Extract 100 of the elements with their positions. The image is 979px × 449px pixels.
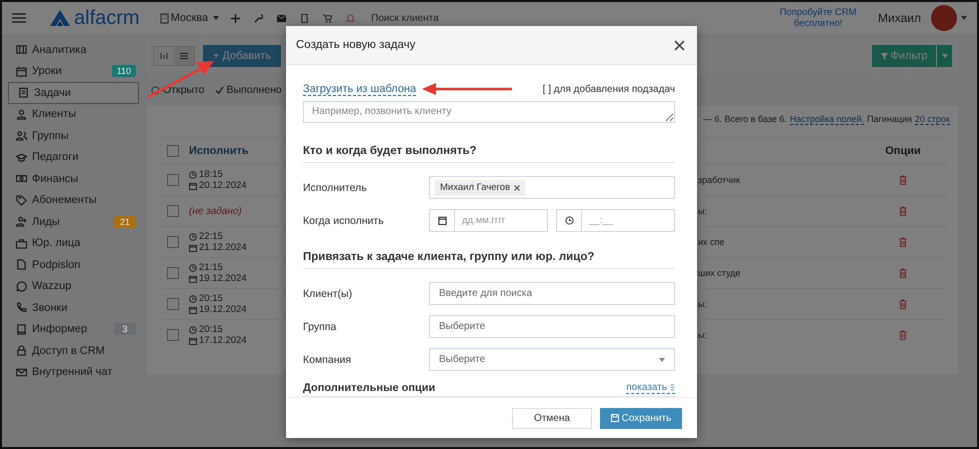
close-icon[interactable]: [674, 40, 685, 50]
input-field[interactable]: Введите для поиска: [429, 282, 675, 305]
sidebar-item[interactable]: Wazzup: [8, 276, 139, 297]
show-link[interactable]: показать: [626, 382, 675, 394]
filter-button[interactable]: Фильтр: [872, 45, 936, 67]
input-field[interactable]: Выберите: [429, 315, 675, 338]
column-header[interactable]: Исполнить: [189, 145, 249, 157]
sidebar-item[interactable]: Доступ в CRM: [8, 340, 139, 362]
select-all-checkbox[interactable]: [167, 145, 179, 157]
trash-icon[interactable]: [899, 330, 907, 340]
field-label: Компания: [303, 354, 352, 366]
sidebar-icon: [16, 216, 27, 228]
cancel-button[interactable]: Отмена: [512, 408, 592, 428]
trash-icon[interactable]: [899, 175, 907, 185]
sidebar-icon: [16, 345, 27, 356]
date-text: 19.12.2024: [189, 273, 247, 284]
section-heading: Привязать к задаче клиента, группу или юр. лицо?: [303, 251, 675, 269]
lines-icon: [670, 384, 675, 391]
time-field[interactable]: __:__: [556, 209, 675, 232]
date-text: 17.12.2024: [189, 335, 247, 346]
row-checkbox[interactable]: [167, 329, 179, 341]
sidebar-item[interactable]: Клиенты: [8, 104, 139, 125]
sidebar-label: Финансы: [32, 172, 80, 185]
trash-icon[interactable]: [899, 237, 907, 247]
time-text: 18:15: [189, 169, 247, 180]
add-button[interactable]: + Добавить: [203, 45, 281, 67]
sidebar-item[interactable]: Абонементы: [8, 190, 139, 211]
sidebar-item[interactable]: Задачи: [8, 82, 139, 104]
save-button[interactable]: Сохранить: [600, 408, 682, 428]
table-cell-text: их спе: [697, 237, 726, 247]
date-field[interactable]: дд.мм.гггг: [429, 209, 548, 232]
sidebar-label: Информер: [32, 323, 88, 336]
envelope-icon[interactable]: [277, 14, 286, 22]
sidebar-item[interactable]: Информер 3: [8, 318, 139, 340]
sidebar-item[interactable]: Лиды 21: [8, 211, 139, 232]
table-cell-text: ших студе: [697, 268, 742, 278]
user-name[interactable]: Михаил: [878, 11, 921, 25]
sidebar-item[interactable]: Педагоги: [8, 146, 139, 168]
sidebar-item[interactable]: Уроки 110: [8, 60, 139, 82]
cart-icon[interactable]: [323, 14, 332, 22]
sidebar-item[interactable]: Финансы: [8, 168, 139, 190]
sidebar-item[interactable]: Юр. лица: [8, 232, 139, 254]
sidebar-label: Абонементы: [32, 194, 98, 206]
trash-icon[interactable]: [899, 299, 907, 309]
pagination-link[interactable]: 20 строк: [914, 114, 950, 125]
remove-icon[interactable]: [514, 184, 520, 190]
time-text: 20:15: [189, 324, 247, 335]
task-textarea[interactable]: Например, позвонить клиенту: [303, 101, 675, 123]
row-checkbox[interactable]: [167, 236, 179, 248]
sidebar-label: Wazzup: [32, 280, 72, 292]
status-filter-tab[interactable]: Выполнено: [214, 84, 282, 96]
time-text: 21:15: [189, 262, 247, 273]
client-search-field[interactable]: Поиск клиента: [371, 12, 439, 24]
table-cell-text: ы;: [697, 330, 708, 340]
record-count-text: — 6. Всего в базе 6.: [703, 114, 787, 125]
plus-icon[interactable]: [231, 14, 240, 22]
trash-icon[interactable]: [899, 268, 907, 278]
sidebar-icon: [16, 238, 27, 249]
sidebar-label: Уроки: [32, 65, 63, 78]
row-checkbox[interactable]: [167, 205, 179, 217]
subtask-hint: [ ] для добавления подзадач: [542, 84, 675, 94]
row-checkbox[interactable]: [167, 174, 179, 186]
sidebar-label: Звонки: [32, 302, 69, 314]
branch-selector[interactable]: Москва: [160, 12, 220, 24]
select-field[interactable]: Выберите: [429, 348, 675, 371]
avatar-circle[interactable]: [931, 5, 957, 31]
list-view-button[interactable]: [174, 47, 194, 65]
caret-icon[interactable]: [961, 16, 967, 20]
phone-icon[interactable]: [300, 14, 310, 22]
promo-link[interactable]: Попробуйте CRM бесплатно!: [778, 7, 858, 29]
row-checkbox[interactable]: [167, 298, 179, 310]
sidebar-icon: [16, 324, 27, 335]
funnel-icon: [880, 52, 888, 60]
assignee-tag[interactable]: Михаил Гачегов: [435, 180, 526, 195]
wrench-icon[interactable]: [254, 14, 264, 22]
sidebar-label: Группы: [32, 130, 70, 142]
date-text: 20.12.2024: [189, 180, 247, 191]
menu-icon[interactable]: [12, 13, 26, 23]
sidebar-item[interactable]: Звонки: [8, 297, 139, 318]
sidebar-label: Клиенты: [32, 108, 78, 120]
caret-icon: [213, 16, 220, 20]
calendar-icon: [189, 244, 197, 252]
sidebar-item[interactable]: Podpislon: [8, 254, 139, 276]
sidebar-item[interactable]: Внутренний чат: [8, 362, 139, 383]
time-text: 22:15: [189, 231, 247, 242]
template-link[interactable]: Загрузить из шаблона: [303, 82, 416, 96]
assignee-field[interactable]: Михаил Гачегов: [429, 176, 675, 199]
filter-dropdown-button[interactable]: [936, 45, 952, 67]
row-checkbox[interactable]: [167, 267, 179, 279]
clock-icon: [189, 170, 197, 178]
sidebar-icon: [16, 130, 27, 142]
sidebar-label: Podpislon: [32, 258, 82, 271]
annotation-arrow: [146, 58, 216, 100]
trash-icon[interactable]: [899, 206, 907, 216]
table-cell-text: ы;: [697, 206, 708, 216]
sidebar-item[interactable]: Группы: [8, 125, 139, 146]
sidebar-icon: [16, 108, 27, 120]
sidebar-item[interactable]: Аналитика: [8, 39, 139, 60]
bell-icon[interactable]: [346, 14, 356, 22]
field-settings-link[interactable]: Настройка полей.: [790, 114, 864, 125]
